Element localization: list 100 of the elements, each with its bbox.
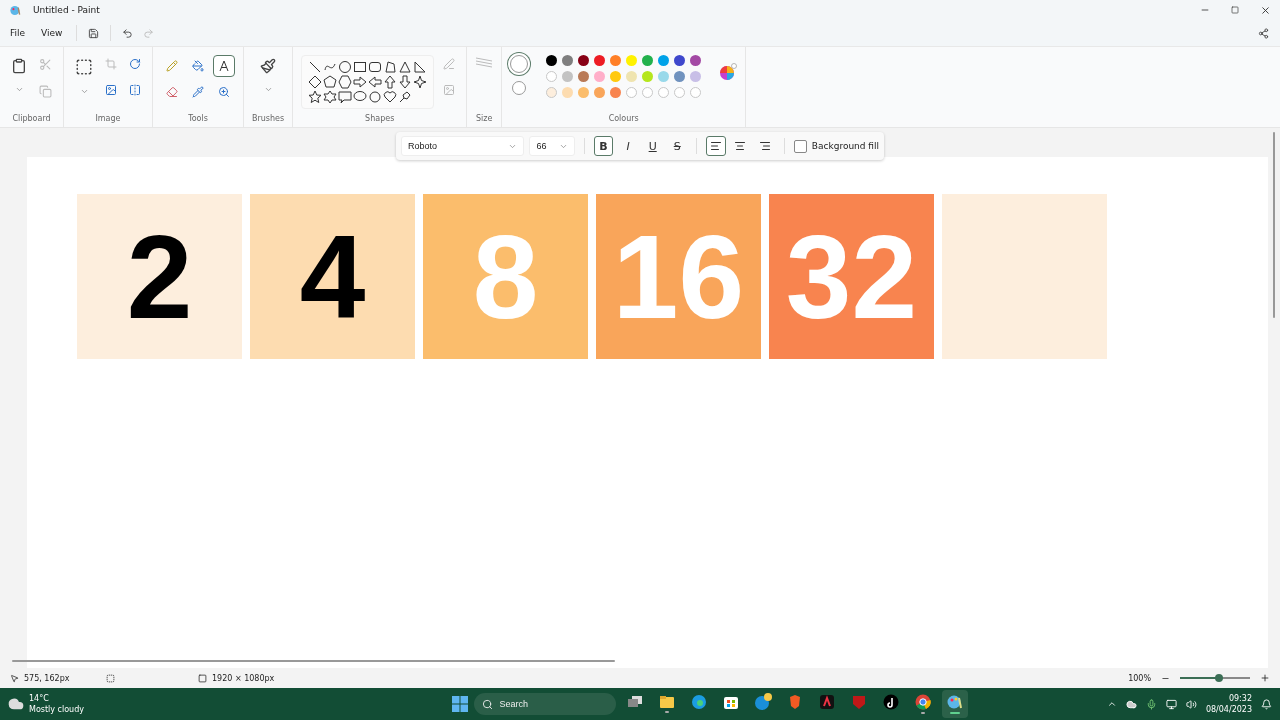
clock-date: 08/04/2023	[1205, 704, 1252, 715]
group-label: Image	[95, 114, 121, 123]
search-icon	[482, 698, 494, 710]
shape-icon[interactable]	[413, 60, 428, 74]
zoom-in-icon[interactable]	[1260, 673, 1270, 683]
colour-swatch[interactable]	[562, 55, 574, 66]
checkbox-label: Background fill	[811, 141, 880, 151]
checkbox[interactable]	[793, 139, 807, 153]
shape-icon[interactable]	[368, 90, 383, 104]
format-button[interactable]: U	[642, 136, 663, 156]
shape-icon[interactable]	[398, 75, 413, 89]
colour-swatch[interactable]	[546, 55, 558, 66]
colour-swatch[interactable]	[578, 87, 590, 98]
number-tile: 4	[250, 194, 415, 359]
shape-icon[interactable]	[308, 60, 323, 74]
colour-swatch[interactable]	[626, 55, 638, 66]
number-tile: 32	[769, 194, 934, 359]
colour-wheel-icon[interactable]	[719, 63, 738, 81]
shape-icon[interactable]	[353, 90, 368, 104]
shape-icon[interactable]	[323, 75, 338, 89]
colour-swatch[interactable]	[690, 55, 702, 66]
format-button[interactable]: B	[593, 136, 614, 156]
maximize-icon[interactable]	[1231, 6, 1239, 14]
number-tile: 16	[596, 194, 761, 359]
format-button[interactable]: S	[667, 136, 688, 156]
colour-swatch[interactable]	[562, 87, 574, 98]
font-dropdown[interactable]: Roboto	[401, 136, 525, 156]
shape-icon[interactable]	[308, 75, 323, 89]
shape-icon[interactable]	[368, 60, 383, 74]
microphone-icon[interactable]	[1145, 698, 1157, 710]
chevron-icon[interactable]	[1106, 699, 1117, 709]
colour-swatch[interactable]	[642, 87, 654, 98]
text-tool-icon[interactable]	[213, 55, 235, 77]
menu-item[interactable]: View	[35, 24, 69, 42]
size-dropdown[interactable]: 66	[529, 136, 575, 156]
weather-icon	[8, 696, 24, 712]
secondary-colour[interactable]	[512, 81, 527, 95]
canvas-size-icon	[198, 673, 207, 683]
colour-swatch[interactable]	[674, 87, 686, 98]
colour-swatch[interactable]	[562, 71, 574, 82]
colour-swatch[interactable]	[690, 87, 702, 98]
colour-swatch[interactable]	[594, 71, 606, 82]
shape-icon[interactable]	[338, 90, 353, 104]
group-label: Shapes	[365, 114, 395, 123]
shape-icon[interactable]	[353, 75, 368, 89]
format-button[interactable]: I	[618, 136, 638, 156]
notification-icon[interactable]	[1261, 698, 1272, 710]
paint-palette-icon[interactable]	[942, 690, 969, 718]
selection-icon	[106, 673, 115, 683]
colour-swatch[interactable]	[674, 71, 686, 82]
shape-icon[interactable]	[368, 75, 383, 89]
paint-palette-icon	[10, 4, 21, 16]
shape-icon[interactable]	[383, 60, 398, 74]
colour-swatch[interactable]	[642, 55, 654, 66]
colour-swatch[interactable]	[594, 55, 606, 66]
number-tile: 2	[77, 194, 242, 359]
colour-swatch[interactable]	[658, 87, 670, 98]
colour-swatch[interactable]	[626, 87, 638, 98]
colour-swatch[interactable]	[546, 87, 558, 98]
network-icon[interactable]	[1165, 698, 1177, 710]
colour-swatch[interactable]	[658, 71, 670, 82]
shape-icon[interactable]	[308, 90, 323, 104]
shape-icon[interactable]	[383, 90, 398, 104]
volume-icon[interactable]	[1185, 698, 1197, 710]
shape-icon[interactable]	[338, 75, 353, 89]
colour-swatch[interactable]	[610, 87, 622, 98]
colour-swatch[interactable]	[578, 55, 590, 66]
primary-colour[interactable]	[510, 55, 529, 73]
weather-text: Mostly cloudy	[29, 704, 84, 715]
colour-swatch[interactable]	[610, 71, 622, 82]
shape-icon[interactable]	[353, 60, 368, 74]
slider-thumb[interactable]	[1214, 674, 1223, 682]
colour-swatch[interactable]	[610, 55, 622, 66]
search-field[interactable]: Search	[474, 693, 617, 715]
canvas-size: 1920 × 1080px	[212, 673, 275, 683]
cloud-icon[interactable]	[1125, 698, 1137, 710]
colour-swatch[interactable]	[690, 71, 702, 82]
scrollbar[interactable]	[1273, 132, 1275, 318]
shape-icon[interactable]	[383, 75, 398, 89]
colour-swatch[interactable]	[642, 71, 654, 82]
scrollbar[interactable]	[12, 660, 615, 662]
colour-swatch[interactable]	[546, 71, 558, 82]
close-icon[interactable]	[1259, 4, 1271, 16]
group-label: Size	[475, 114, 493, 123]
colour-swatch[interactable]	[578, 71, 590, 82]
shape-icon[interactable]	[398, 60, 413, 74]
drawing-canvas[interactable]: 2 4 8 16 32	[27, 157, 1268, 668]
colour-swatch[interactable]	[674, 55, 686, 66]
colour-swatch[interactable]	[658, 55, 670, 66]
window-title: Untitled - Paint	[33, 5, 100, 15]
pointer-icon	[10, 673, 19, 683]
colour-swatch[interactable]	[594, 87, 606, 98]
align-left-icon[interactable]	[706, 136, 726, 156]
windows-logo-icon[interactable]	[452, 696, 469, 712]
shape-icon[interactable]	[338, 60, 353, 74]
colour-swatch[interactable]	[626, 71, 638, 82]
menu-item[interactable]: File	[4, 24, 32, 42]
shape-icon[interactable]	[413, 75, 428, 89]
shape-icon[interactable]	[323, 90, 338, 104]
shape-icon[interactable]	[398, 90, 413, 104]
